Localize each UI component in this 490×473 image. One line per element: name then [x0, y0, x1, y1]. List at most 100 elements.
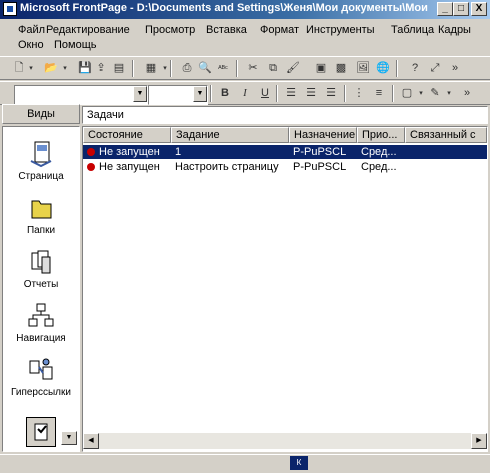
hyperlink-icon[interactable]: 🌐	[376, 62, 390, 75]
view-label: Папки	[26, 225, 56, 236]
border-icon[interactable]: ▢	[400, 87, 414, 100]
separator	[344, 85, 346, 102]
menu-window[interactable]: Окно	[18, 39, 44, 51]
font-combobox[interactable]: ▼	[14, 85, 148, 105]
underline-button[interactable]: U	[258, 87, 272, 100]
task-linked	[409, 145, 485, 159]
status-bar	[0, 454, 490, 473]
view-reports[interactable]: Отчеты	[3, 247, 79, 290]
column-header-status[interactable]: Состояние	[83, 127, 171, 143]
help-icon[interactable]: ?	[408, 62, 422, 75]
font-size-combobox[interactable]: ▼	[148, 85, 208, 105]
more-buttons-icon[interactable]: »	[448, 62, 462, 75]
column-header-linked[interactable]: Связанный с	[405, 127, 487, 143]
separator	[392, 85, 394, 102]
menu-format[interactable]: Формат	[260, 24, 299, 36]
bullets-icon[interactable]: ≡	[372, 87, 386, 100]
separator	[276, 85, 278, 102]
views-toggle-icon[interactable]: ▦	[144, 62, 158, 75]
minimize-button[interactable]: _	[437, 2, 453, 16]
table-row[interactable]: Не запущен 1 P-PuPSCL Сред...	[83, 145, 487, 159]
view-label: Гиперссылки	[11, 387, 71, 398]
numbering-icon[interactable]: ⋮	[352, 87, 366, 100]
new-dropdown-icon[interactable]: ▾	[24, 62, 38, 75]
view-folders[interactable]: Папки	[3, 193, 79, 236]
publish-icon[interactable]: ⇪	[94, 62, 108, 75]
chevron-down-icon[interactable]: ▼	[133, 86, 147, 102]
standard-toolbar: 🗋 ▾ 📂 ▾ 💾 ⇪ ▤ ▦ ▾ ⎙ 🔍 ᴬᴮᶜ ✂ ⧉ 🖌 ▣ ▩ 🖼 🌐 …	[0, 56, 490, 80]
save-icon[interactable]: 💾	[78, 62, 92, 75]
title-bar[interactable]: Microsoft FrontPage - D:\Documents and S…	[0, 0, 490, 19]
italic-button[interactable]: I	[238, 87, 252, 100]
folders-view-icon	[26, 193, 56, 223]
status-dot-icon	[87, 163, 95, 171]
menu-insert[interactable]: Вставка	[206, 24, 247, 36]
menu-help[interactable]: Помощь	[54, 39, 97, 51]
task-priority: Сред...	[361, 146, 397, 158]
insert-table-icon[interactable]: ▩	[334, 62, 348, 75]
column-header-priority[interactable]: Прио...	[357, 127, 405, 143]
tasks-title: Задачи	[82, 106, 488, 124]
maximize-button[interactable]: □	[453, 2, 469, 16]
highlight-dropdown-icon[interactable]: ▾	[442, 87, 456, 100]
open-dropdown-icon[interactable]: ▾	[58, 62, 72, 75]
column-header-task[interactable]: Задание	[171, 127, 289, 143]
tasks-list: Состояние Задание Назначение Прио... Свя…	[82, 126, 488, 452]
format-painter-icon[interactable]: 🖌	[286, 62, 300, 75]
separator	[236, 60, 238, 77]
views-scroll-down-button[interactable]: ▼	[61, 431, 77, 445]
menu-file[interactable]: Файл	[18, 24, 45, 36]
separator	[396, 60, 398, 77]
insert-picture-icon[interactable]: 🖼	[356, 62, 370, 75]
hyperlinks-view-icon	[26, 355, 56, 385]
task-assigned: P-PuPSCL	[293, 161, 347, 173]
insert-component-icon[interactable]: ▣	[314, 62, 328, 75]
align-center-icon[interactable]: ☰	[304, 87, 318, 100]
separator	[210, 85, 212, 102]
reports-view-icon	[26, 247, 56, 277]
scroll-left-button[interactable]: ◀	[83, 433, 99, 449]
task-name: Настроить страницу	[175, 161, 279, 173]
copy-icon[interactable]: ⧉	[266, 62, 280, 75]
align-right-icon[interactable]: ☰	[324, 87, 338, 100]
more-buttons-icon[interactable]: »	[460, 87, 474, 100]
menu-view[interactable]: Просмотр	[145, 24, 195, 36]
open-icon[interactable]: 📂	[44, 62, 58, 75]
menu-frames[interactable]: Кадры	[438, 24, 471, 36]
expand-icon[interactable]: ⤢	[428, 62, 442, 75]
cut-icon[interactable]: ✂	[246, 62, 260, 75]
status-indicator: К	[290, 456, 308, 470]
table-row[interactable]: Не запущен Настроить страницу P-PuPSCL С…	[83, 160, 487, 174]
scroll-right-button[interactable]: ▶	[471, 433, 487, 449]
highlight-icon[interactable]: ✎	[428, 87, 442, 100]
menu-tools[interactable]: Инструменты	[306, 24, 375, 36]
print-preview-icon[interactable]: 🔍	[198, 62, 212, 75]
view-page[interactable]: Страница	[3, 139, 79, 182]
task-name: 1	[175, 146, 182, 158]
view-navigation[interactable]: Навигация	[3, 301, 79, 344]
tasks-view-icon	[26, 417, 56, 447]
separator	[132, 60, 134, 77]
align-left-icon[interactable]: ☰	[284, 87, 298, 100]
separator	[170, 60, 172, 77]
bold-button[interactable]: B	[218, 87, 232, 100]
column-header-assigned[interactable]: Назначение	[289, 127, 357, 143]
frontpage-app-icon[interactable]	[3, 2, 17, 16]
view-label: Отчеты	[23, 279, 59, 290]
border-dropdown-icon[interactable]: ▾	[414, 87, 428, 100]
chevron-down-icon[interactable]: ▼	[193, 86, 207, 102]
view-label: Страница	[18, 171, 64, 182]
spelling-icon[interactable]: ᴬᴮᶜ	[216, 62, 230, 75]
view-hyperlinks[interactable]: Гиперссылки	[3, 355, 79, 398]
menu-edit[interactable]: Редактирование	[46, 24, 130, 36]
horizontal-scrollbar[interactable]: ◀ ▶	[83, 433, 487, 449]
print-icon[interactable]: ⎙	[180, 62, 194, 75]
views-header: Виды	[2, 104, 80, 124]
navigation-view-icon	[26, 301, 56, 331]
window-title: Microsoft FrontPage - D:\Documents and S…	[20, 2, 430, 14]
menu-table[interactable]: Таблица	[391, 24, 434, 36]
folder-list-icon[interactable]: ▤	[112, 62, 126, 75]
task-priority: Сред...	[361, 161, 397, 173]
close-button[interactable]: X	[471, 2, 487, 16]
task-status: Не запущен	[99, 161, 160, 173]
